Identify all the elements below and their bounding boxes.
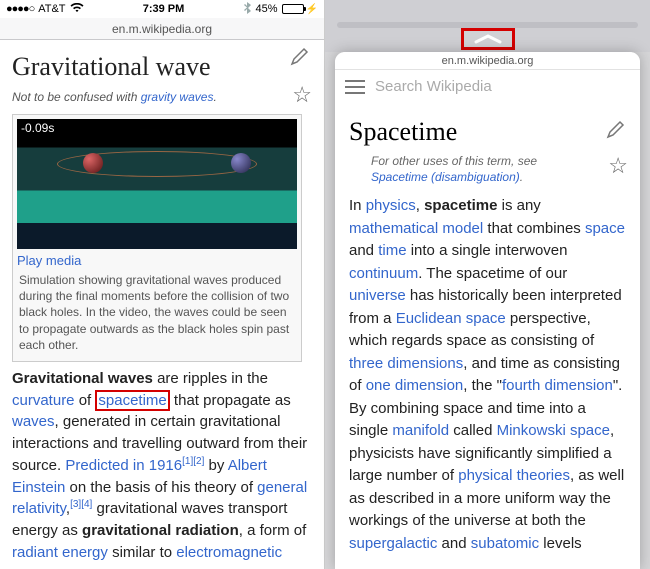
ref-4[interactable]: [4]	[81, 499, 92, 510]
media-image: -0.09s	[17, 119, 297, 249]
ref-2[interactable]: [2]	[193, 456, 204, 467]
search-input[interactable]: Search Wikipedia	[375, 78, 492, 95]
ref-3[interactable]: [3]	[70, 499, 81, 510]
link-three-dimensions[interactable]: three dimensions	[349, 355, 463, 372]
hatnote-link[interactable]: gravity waves	[141, 90, 214, 104]
hatnote: Not to be confused with gravity waves.	[12, 90, 312, 104]
link-one-dimension[interactable]: one dimension	[366, 377, 464, 394]
link-euclidean-space[interactable]: Euclidean space	[396, 310, 506, 327]
link-universe[interactable]: universe	[349, 287, 406, 304]
page-title: Spacetime	[349, 117, 626, 147]
ref-1[interactable]: [1]	[182, 456, 193, 467]
link-manifold[interactable]: manifold	[392, 422, 449, 439]
body-text: Gravitational waves are ripples in the c…	[12, 368, 312, 564]
link-curvature[interactable]: curvature	[12, 392, 75, 409]
link-physics[interactable]: physics	[366, 197, 416, 214]
signal-dots-icon: ●●●●○	[6, 3, 34, 15]
clock-label: 7:39 PM	[143, 3, 185, 15]
hamburger-icon[interactable]	[345, 80, 365, 94]
fade-overlay	[335, 551, 640, 569]
hatnote: For other uses of this term, see Spaceti…	[371, 153, 581, 185]
hatnote-link[interactable]: Spacetime (disambiguation)	[371, 170, 520, 184]
link-space[interactable]: space	[585, 220, 625, 237]
media-caption: Simulation showing gravitational waves p…	[17, 272, 297, 357]
link-time[interactable]: time	[378, 242, 406, 259]
bluetooth-icon	[244, 2, 252, 17]
wifi-icon	[70, 2, 84, 16]
link-radiant-energy[interactable]: radiant energy	[12, 544, 108, 561]
charging-icon: ⚡	[306, 4, 318, 15]
peek-swipe-handle[interactable]	[461, 28, 515, 50]
star-icon[interactable]: ☆	[608, 153, 628, 179]
peek-url-bar: en.m.wikipedia.org	[335, 52, 640, 70]
page-title: Gravitational wave	[12, 52, 312, 82]
link-fourth-dimension[interactable]: fourth dimension	[502, 377, 613, 394]
media-timestamp: -0.09s	[21, 121, 54, 135]
link-subatomic[interactable]: subatomic	[471, 535, 539, 552]
right-phone: en.m.wikipedia.org Search Wikipedia ☆ Sp…	[325, 0, 650, 569]
link-supergalactic[interactable]: supergalactic	[349, 535, 437, 552]
link-spacetime[interactable]: spacetime	[95, 390, 169, 411]
link-predicted[interactable]: Predicted in 1916	[65, 457, 182, 474]
link-mathematical-model[interactable]: mathematical model	[349, 220, 483, 237]
play-media-link[interactable]: Play media	[17, 253, 297, 268]
url-bar[interactable]: en.m.wikipedia.org	[0, 18, 324, 40]
battery-pct-label: 45%	[256, 3, 278, 15]
media-thumbnail[interactable]: -0.09s Play media Simulation showing gra…	[12, 114, 302, 362]
link-continuum[interactable]: continuum	[349, 265, 418, 282]
edit-icon[interactable]	[290, 46, 310, 71]
edit-icon[interactable]	[606, 119, 626, 144]
body-text: In physics, spacetime is any mathematica…	[349, 195, 626, 555]
url-text: en.m.wikipedia.org	[112, 22, 212, 36]
peek-card[interactable]: en.m.wikipedia.org Search Wikipedia ☆ Sp…	[335, 52, 640, 569]
article-left: ☆ Gravitational wave Not to be confused …	[0, 40, 324, 564]
link-minkowski-space[interactable]: Minkowski space	[497, 422, 610, 439]
carrier-label: AT&T	[38, 3, 65, 15]
left-phone: ●●●●○ AT&T 7:39 PM 45% ⚡ en.m.wikipedia.…	[0, 0, 325, 569]
peek-url-text: en.m.wikipedia.org	[442, 55, 534, 67]
link-waves[interactable]: waves	[12, 413, 55, 430]
link-electromagnetic[interactable]: electromagnetic	[176, 544, 282, 561]
star-icon[interactable]: ☆	[292, 82, 312, 108]
article-right: ☆ Spacetime For other uses of this term,…	[335, 103, 640, 555]
battery-icon	[282, 4, 304, 14]
status-bar: ●●●●○ AT&T 7:39 PM 45% ⚡	[0, 0, 324, 18]
link-physical-theories[interactable]: physical theories	[458, 467, 570, 484]
